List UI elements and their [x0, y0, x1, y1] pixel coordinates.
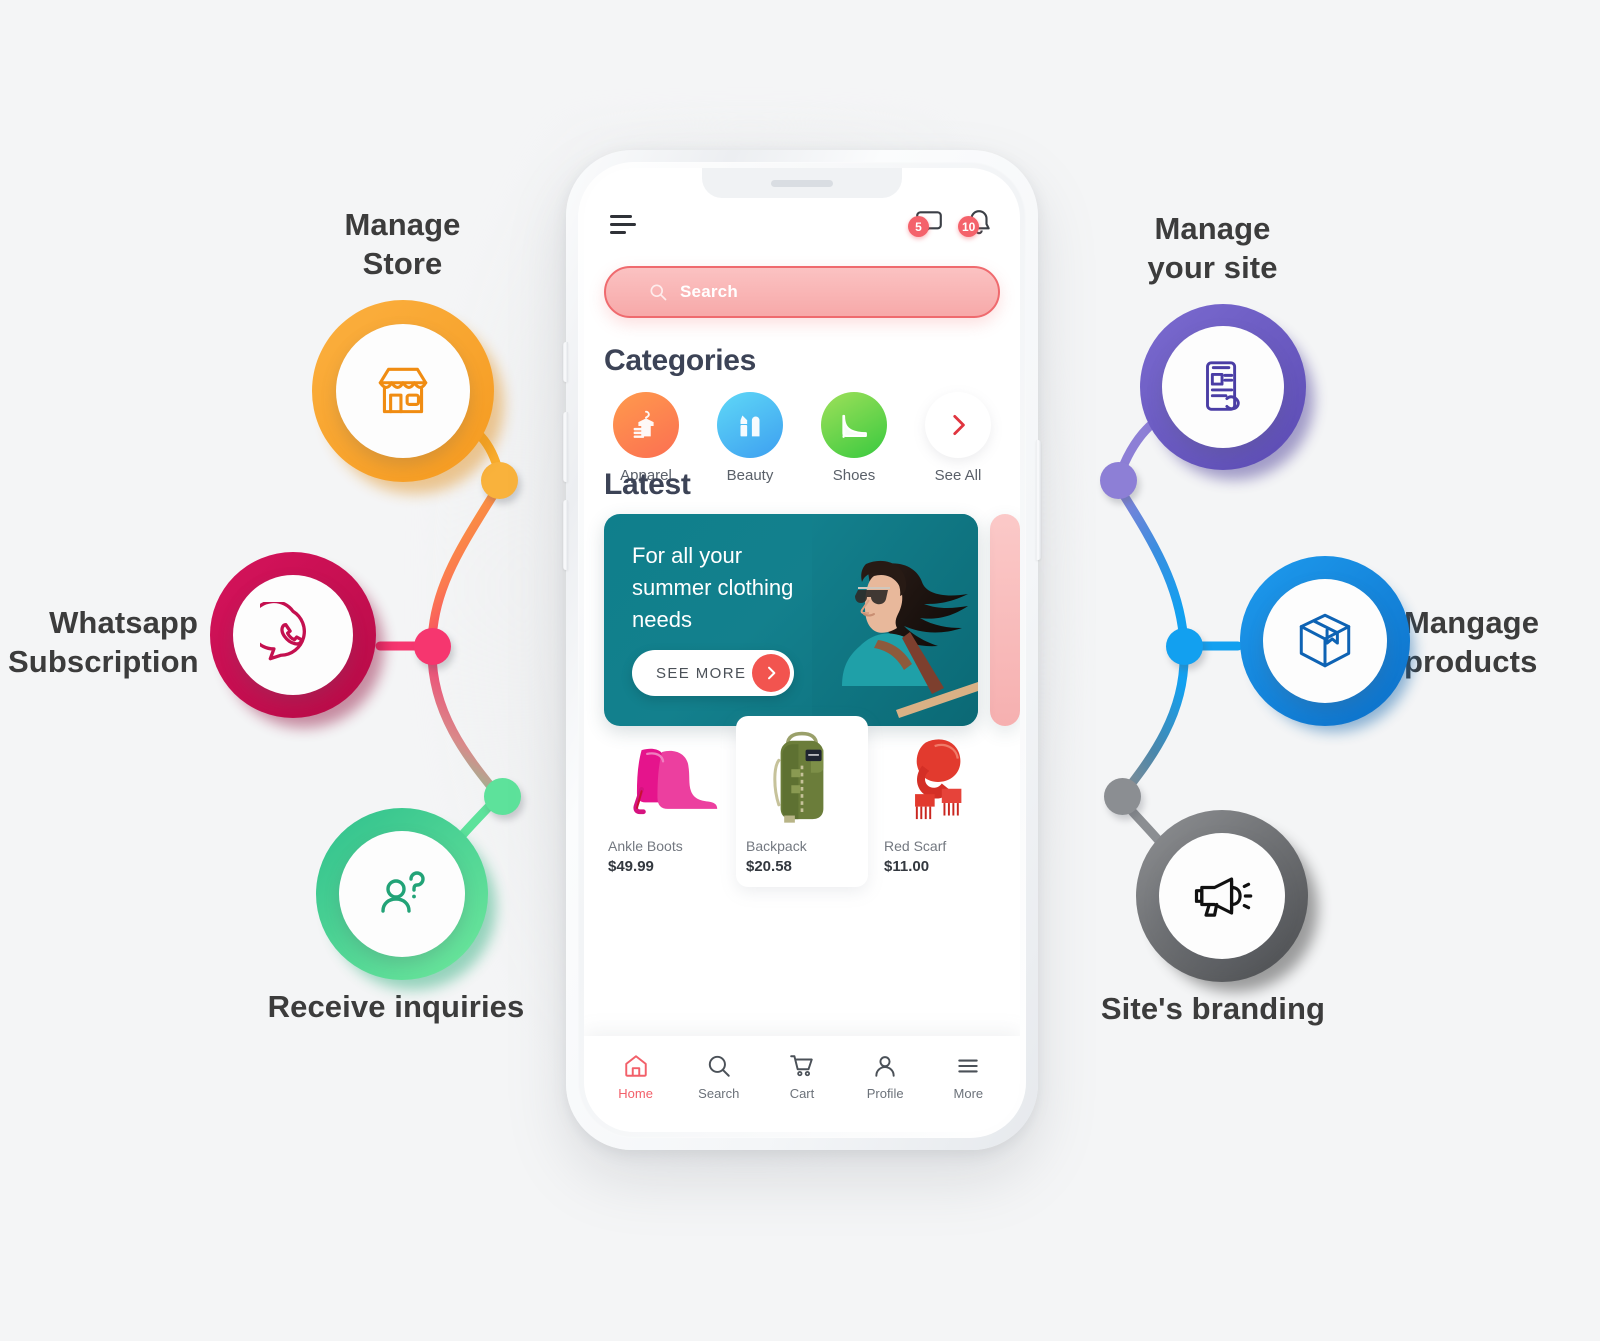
- connector-dot-purple: [1100, 462, 1137, 499]
- arrow-right-icon: [752, 654, 791, 692]
- banner-headline: For all your summer clothing needs: [632, 543, 794, 632]
- banner-carousel[interactable]: For all your summer clothing needs SEE M…: [604, 514, 1020, 726]
- phone-bezel: 5 10 Search Categories Apparel Beauty Sh…: [578, 162, 1026, 1138]
- feature-label-manage-your-site: Manage your site: [1147, 211, 1278, 285]
- connector-dot-green: [484, 778, 521, 815]
- feature-label-whatsapp: Whatsapp Subscription: [8, 605, 199, 679]
- feature-label-manage-products: Mangage products: [1404, 605, 1540, 679]
- category-circle: [613, 392, 679, 458]
- products-section: Ankle Boots $49.99 Backpack $20.58 Red S…: [584, 716, 1020, 887]
- bottom-navigation: Home Search Cart Profile More: [584, 1036, 1020, 1132]
- feature-label-manage-store: Manage Store: [344, 207, 461, 281]
- feature-label-receive-inquiries: Receive inquiries: [267, 989, 525, 1024]
- connector-dot-blue: [1166, 628, 1203, 665]
- phone-screen: 5 10 Search Categories Apparel Beauty Sh…: [584, 168, 1020, 1132]
- nav-label: Home: [618, 1086, 653, 1101]
- product-card[interactable]: Red Scarf $11.00: [874, 716, 1006, 887]
- see-more-label: SEE MORE: [656, 664, 747, 682]
- banner-next-peek[interactable]: [990, 514, 1020, 726]
- feature-node-site-branding[interactable]: [1136, 810, 1308, 982]
- product-card[interactable]: Ankle Boots $49.99: [598, 716, 730, 887]
- phone-mockup: 5 10 Search Categories Apparel Beauty Sh…: [563, 150, 1041, 1150]
- feature-node-manage-store[interactable]: [312, 300, 494, 482]
- nav-item-search[interactable]: Search: [680, 1053, 758, 1101]
- search-input[interactable]: Search: [604, 266, 1000, 318]
- latest-section: Latest For all your summer clothing need…: [584, 468, 1020, 726]
- chat-button[interactable]: 5: [908, 208, 944, 240]
- promo-banner[interactable]: For all your summer clothing needs SEE M…: [604, 514, 978, 726]
- nav-item-more[interactable]: More: [929, 1053, 1007, 1101]
- apparel-icon: [633, 410, 654, 438]
- product-name: Red Scarf: [884, 838, 947, 854]
- nav-label: Profile: [866, 1086, 904, 1101]
- cart-icon: [790, 1055, 813, 1077]
- pink-ankle-boots: [633, 748, 718, 815]
- whatsapp-icon: [260, 602, 306, 661]
- profile-icon: [875, 1056, 895, 1077]
- infographic-canvas: Manage Store Whatsapp Subscription Recei…: [0, 0, 1600, 1341]
- feature-label-site-branding: Site's branding: [1100, 991, 1326, 1026]
- connector-dot-gray: [1104, 778, 1141, 815]
- earpiece-speaker: [771, 179, 833, 187]
- storefront-icon: [378, 367, 428, 414]
- megaphone-icon: [1194, 877, 1253, 917]
- category-circle: [717, 392, 783, 458]
- product-name: Ankle Boots: [608, 838, 683, 854]
- product-price: $11.00: [884, 858, 930, 875]
- box-icon: [1299, 613, 1351, 668]
- search-icon: [650, 284, 667, 301]
- search-placeholder: Search: [680, 282, 738, 301]
- latest-title: Latest: [604, 468, 691, 501]
- phone-hand-icon: [1206, 361, 1240, 411]
- product-card[interactable]: Backpack $20.58: [736, 716, 868, 887]
- heel-shoe-icon: [842, 414, 867, 438]
- nav-label: Search: [698, 1086, 740, 1101]
- product-image: [608, 730, 720, 828]
- see-more-button[interactable]: SEE MORE: [632, 650, 795, 696]
- search-section: Search: [584, 266, 1020, 318]
- volume-up-button[interactable]: [563, 412, 568, 482]
- notifications-button[interactable]: 10: [958, 208, 994, 240]
- product-price: $49.99: [608, 858, 654, 875]
- nav-item-profile[interactable]: Profile: [846, 1053, 924, 1101]
- category-circle: [821, 392, 887, 458]
- product-price: $20.58: [746, 858, 792, 875]
- product-image: [894, 730, 986, 828]
- volume-down-button[interactable]: [563, 500, 568, 570]
- categories-section: Categories Apparel Beauty Shoes See All: [584, 344, 1020, 484]
- lipstick-icon: [740, 415, 760, 437]
- app-header: 5 10: [584, 196, 1020, 252]
- red-scarf: [915, 739, 962, 820]
- woman-photo: [812, 514, 978, 726]
- nav-label: More: [953, 1086, 984, 1101]
- nav-item-home[interactable]: Home: [597, 1053, 675, 1101]
- product-image: [755, 730, 849, 828]
- nav-label: Cart: [789, 1086, 815, 1101]
- more-icon: [958, 1059, 979, 1073]
- feature-node-whatsapp[interactable]: [210, 552, 376, 718]
- category-circle: [925, 392, 991, 458]
- person-question-icon: [381, 871, 425, 913]
- silent-switch[interactable]: [563, 342, 568, 382]
- feature-node-manage-products[interactable]: [1240, 556, 1410, 726]
- phone-notch: [702, 168, 902, 198]
- connector-dot-orange: [481, 462, 518, 499]
- connector-dot-pink: [414, 628, 451, 665]
- home-icon: [624, 1055, 647, 1077]
- green-backpack: [773, 731, 824, 823]
- products-row: Ankle Boots $49.99 Backpack $20.58 Red S…: [598, 716, 1006, 887]
- hamburger-icon[interactable]: [610, 214, 636, 234]
- power-button[interactable]: [1036, 440, 1041, 560]
- search-icon: [708, 1055, 730, 1077]
- categories-title: Categories: [604, 344, 757, 377]
- header-icons: 5 10: [908, 208, 994, 240]
- feature-node-receive-inquiries[interactable]: [316, 808, 488, 980]
- chat-badge: 5: [908, 216, 929, 237]
- nav-item-cart[interactable]: Cart: [763, 1053, 841, 1101]
- chevron-right-icon: [953, 414, 965, 436]
- banner-photo: [812, 514, 978, 726]
- feature-node-manage-your-site[interactable]: [1140, 304, 1306, 470]
- product-name: Backpack: [746, 838, 807, 854]
